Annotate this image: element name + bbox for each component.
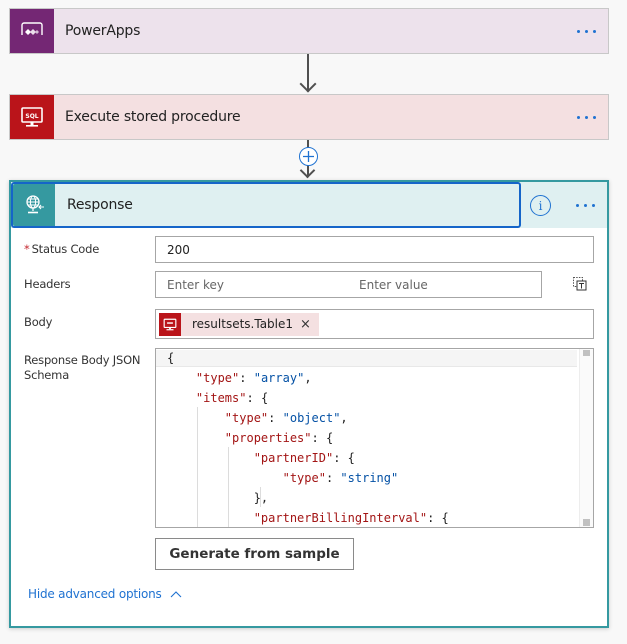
- switch-to-text-mode-button[interactable]: [572, 276, 588, 292]
- response-card-header: Response i: [11, 182, 607, 228]
- more-options-button[interactable]: [564, 9, 608, 53]
- body-input[interactable]: resultsets.Table1 ×: [155, 309, 594, 339]
- remove-token-icon[interactable]: ×: [300, 317, 311, 332]
- code-line: "type": "object",: [224, 411, 348, 425]
- header-value-placeholder: Enter value: [359, 277, 428, 292]
- header-key-placeholder: Enter key: [167, 277, 225, 292]
- code-line: "partnerBillingInterval": {: [253, 511, 449, 525]
- ellipsis-icon: [576, 29, 596, 33]
- hide-advanced-options-link[interactable]: Hide advanced options: [28, 587, 182, 601]
- response-globe-icon: [13, 184, 55, 226]
- step-title: Response: [67, 197, 133, 213]
- generate-from-sample-button[interactable]: Generate from sample: [155, 538, 354, 570]
- code-line: },: [167, 491, 269, 505]
- header-key-input[interactable]: Enter key: [155, 271, 349, 298]
- header-value-input[interactable]: Enter value: [348, 271, 542, 298]
- token-label: resultsets.Table1: [192, 317, 294, 331]
- info-button[interactable]: i: [530, 195, 551, 216]
- status-code-input[interactable]: 200: [155, 236, 594, 263]
- arrow-down-icon: [299, 162, 316, 179]
- code-line: "properties": {: [224, 431, 334, 445]
- status-code-label: * Status Code: [24, 242, 99, 257]
- ellipsis-icon: [576, 115, 596, 119]
- plus-icon: [303, 151, 314, 162]
- required-marker: *: [24, 242, 30, 256]
- more-options-button[interactable]: [563, 183, 607, 227]
- status-code-value: 200: [167, 242, 190, 257]
- action-card-response: Response i * Status Code 200 Headers Ente…: [9, 180, 609, 628]
- info-icon: i: [538, 198, 543, 213]
- chevron-up-icon: [170, 591, 182, 598]
- status-code-label-text: Status Code: [31, 242, 100, 256]
- code-line: "items": {: [195, 391, 269, 405]
- step-title: PowerApps: [65, 23, 141, 39]
- hide-advanced-label: Hide advanced options: [28, 587, 162, 601]
- action-card-execute-stored-procedure[interactable]: SQL Execute stored procedure: [9, 94, 609, 140]
- code-line: "type": "array",: [195, 371, 312, 385]
- headers-label: Headers: [24, 277, 71, 291]
- body-label: Body: [24, 315, 53, 329]
- code-line: "type": "string": [282, 471, 399, 485]
- editor-scrollbar[interactable]: [579, 349, 593, 527]
- code-line: "partnerID": {: [253, 451, 355, 465]
- step-title: Execute stored procedure: [65, 109, 241, 125]
- sql-icon: [159, 312, 181, 336]
- powerapps-icon: [10, 9, 54, 53]
- more-options-button[interactable]: [564, 95, 608, 139]
- arrow-down-icon: [299, 75, 317, 93]
- current-line-highlight: [156, 350, 577, 367]
- response-title-bar[interactable]: Response: [11, 182, 521, 228]
- svg-text:SQL: SQL: [25, 113, 38, 120]
- schema-code-editor[interactable]: { "type": "array", "items": { "type": "o…: [155, 348, 594, 528]
- sql-icon: SQL: [10, 95, 54, 139]
- code-line: {: [167, 351, 175, 365]
- text-mode-icon: [573, 277, 587, 291]
- ellipsis-icon: [575, 203, 595, 207]
- dynamic-content-token[interactable]: resultsets.Table1 ×: [159, 312, 319, 336]
- schema-label: Response Body JSON Schema: [24, 353, 141, 382]
- trigger-card-powerapps[interactable]: PowerApps: [9, 8, 609, 54]
